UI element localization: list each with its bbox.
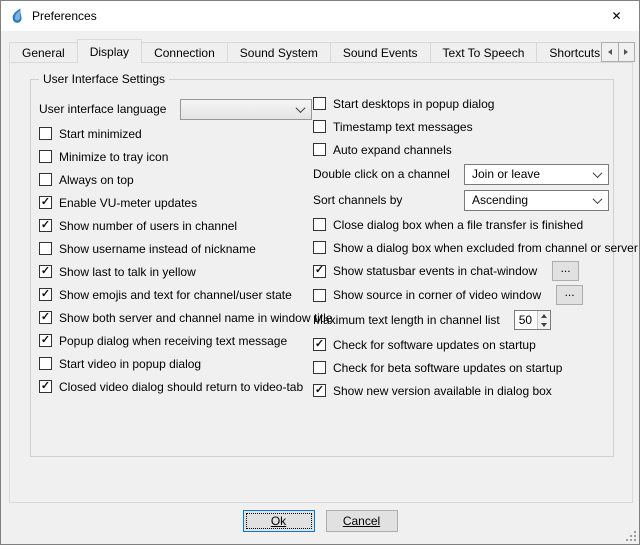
spinner-down-icon[interactable] xyxy=(538,320,550,329)
checkbox-timestamp-messages[interactable]: Timestamp text messages xyxy=(313,115,609,138)
sort-channels-row: Sort channels by Ascending xyxy=(313,187,609,213)
spinner-up-icon[interactable] xyxy=(538,311,550,320)
checkbox-emojis-text-state[interactable]: Show emojis and text for channel/user st… xyxy=(39,283,311,306)
checkbox-show-user-count[interactable]: Show number of users in channel xyxy=(39,214,311,237)
max-text-length-label: Maximum text length in channel list xyxy=(313,313,500,327)
checkbox-update-check[interactable]: Check for software updates on startup xyxy=(313,333,609,356)
display-tab-page: User Interface Settings User interface l… xyxy=(9,62,633,503)
user-interface-settings-group: User Interface Settings User interface l… xyxy=(30,79,614,457)
checkbox-start-minimized[interactable]: Start minimized xyxy=(39,122,311,145)
tab-display[interactable]: Display xyxy=(77,39,142,63)
chevron-down-icon xyxy=(593,194,603,204)
window-title: Preferences xyxy=(32,9,97,23)
checkbox-box[interactable] xyxy=(39,150,52,163)
checkbox-box[interactable] xyxy=(39,288,52,301)
video-source-browse-button[interactable]: ... xyxy=(556,285,583,305)
checkbox-box[interactable] xyxy=(313,143,326,156)
checkbox-excluded-dialog[interactable]: Show a dialog box when excluded from cha… xyxy=(313,236,609,259)
checkbox-box[interactable] xyxy=(39,127,52,140)
checkbox-video-return-tab[interactable]: Closed video dialog should return to vid… xyxy=(39,375,311,398)
tab-bar: General Display Connection Sound System … xyxy=(9,39,615,63)
checkbox-box[interactable] xyxy=(39,380,52,393)
resize-grip[interactable] xyxy=(624,529,636,541)
checkbox-statusbar-events[interactable] xyxy=(313,265,326,278)
checkbox-box[interactable] xyxy=(39,173,52,186)
app-icon xyxy=(9,8,25,24)
right-column: Start desktops in popup dialog Timestamp… xyxy=(313,92,609,402)
cancel-button[interactable]: Cancel xyxy=(326,510,398,532)
preferences-dialog: Preferences ✕ General Display Connection… xyxy=(0,0,640,545)
tab-connection[interactable]: Connection xyxy=(142,42,228,63)
scroll-right-icon xyxy=(624,49,628,55)
checkbox-vu-meter-updates[interactable]: Enable VU-meter updates xyxy=(39,191,311,214)
spinner-buttons xyxy=(537,311,550,329)
checkbox-box[interactable] xyxy=(313,97,326,110)
checkbox-box[interactable] xyxy=(313,361,326,374)
statusbar-events-browse-button[interactable]: ... xyxy=(552,261,579,281)
statusbar-events-row: Show statusbar events in chat-window ... xyxy=(313,259,609,283)
checkbox-popup-text-message[interactable]: Popup dialog when receiving text message xyxy=(39,329,311,352)
tab-sound-events[interactable]: Sound Events xyxy=(331,42,431,63)
double-click-value: Join or leave xyxy=(472,167,540,181)
tab-scroll-buttons xyxy=(601,42,635,62)
checkbox-always-on-top[interactable]: Always on top xyxy=(39,168,311,191)
checkbox-video-source-corner[interactable] xyxy=(313,289,326,302)
checkbox-server-channel-title[interactable]: Show both server and channel name in win… xyxy=(39,306,311,329)
video-source-row: Show source in corner of video window ..… xyxy=(313,283,609,307)
checkbox-box[interactable] xyxy=(39,357,52,370)
sort-channels-value: Ascending xyxy=(472,193,528,207)
double-click-row: Double click on a channel Join or leave xyxy=(313,161,609,187)
checkbox-beta-update-check[interactable]: Check for beta software updates on start… xyxy=(313,356,609,379)
close-button[interactable]: ✕ xyxy=(594,1,639,31)
sort-channels-label: Sort channels by xyxy=(313,193,402,207)
checkbox-box[interactable] xyxy=(313,218,326,231)
title-bar[interactable]: Preferences ✕ xyxy=(1,1,639,31)
checkbox-box[interactable] xyxy=(313,338,326,351)
checkbox-show-username[interactable]: Show username instead of nickname xyxy=(39,237,311,260)
spinner-value: 50 xyxy=(515,311,537,329)
scroll-left-icon xyxy=(608,49,612,55)
chevron-down-icon xyxy=(296,103,306,113)
checkbox-new-version-dialog[interactable]: Show new version available in dialog box xyxy=(313,379,609,402)
left-column: User interface language Start minimized … xyxy=(39,96,311,398)
checkbox-box[interactable] xyxy=(39,311,52,324)
chevron-down-icon xyxy=(593,168,603,178)
max-text-length-spinner[interactable]: 50 xyxy=(514,310,551,330)
checkbox-close-on-transfer[interactable]: Close dialog box when a file transfer is… xyxy=(313,213,609,236)
tab-general[interactable]: General xyxy=(9,42,78,63)
dialog-footer: Ok Cancel xyxy=(1,510,639,532)
scroll-right-button[interactable] xyxy=(619,42,636,62)
ok-button[interactable]: Ok xyxy=(243,510,315,532)
tab-sound-system[interactable]: Sound System xyxy=(228,42,331,63)
double-click-dropdown[interactable]: Join or leave xyxy=(464,164,609,185)
checkbox-desktops-popup[interactable]: Start desktops in popup dialog xyxy=(313,92,609,115)
checkbox-last-talk-yellow[interactable]: Show last to talk in yellow xyxy=(39,260,311,283)
language-row: User interface language xyxy=(39,96,311,122)
checkbox-minimize-to-tray[interactable]: Minimize to tray icon xyxy=(39,145,311,168)
checkbox-box[interactable] xyxy=(313,384,326,397)
tab-text-to-speech[interactable]: Text To Speech xyxy=(431,42,538,63)
checkbox-box[interactable] xyxy=(39,242,52,255)
language-label: User interface language xyxy=(39,102,173,116)
scroll-left-button[interactable] xyxy=(601,42,619,62)
checkbox-box[interactable] xyxy=(313,120,326,133)
max-text-length-row: Maximum text length in channel list 50 xyxy=(313,307,609,333)
checkbox-box[interactable] xyxy=(39,219,52,232)
checkbox-start-video-popup[interactable]: Start video in popup dialog xyxy=(39,352,311,375)
checkbox-box[interactable] xyxy=(313,241,326,254)
language-dropdown[interactable] xyxy=(180,99,312,120)
checkbox-box[interactable] xyxy=(39,196,52,209)
group-title: User Interface Settings xyxy=(39,72,169,86)
checkbox-box[interactable] xyxy=(39,334,52,347)
checkbox-box[interactable] xyxy=(39,265,52,278)
checkbox-auto-expand-channels[interactable]: Auto expand channels xyxy=(313,138,609,161)
sort-channels-dropdown[interactable]: Ascending xyxy=(464,190,609,211)
double-click-label: Double click on a channel xyxy=(313,167,450,181)
